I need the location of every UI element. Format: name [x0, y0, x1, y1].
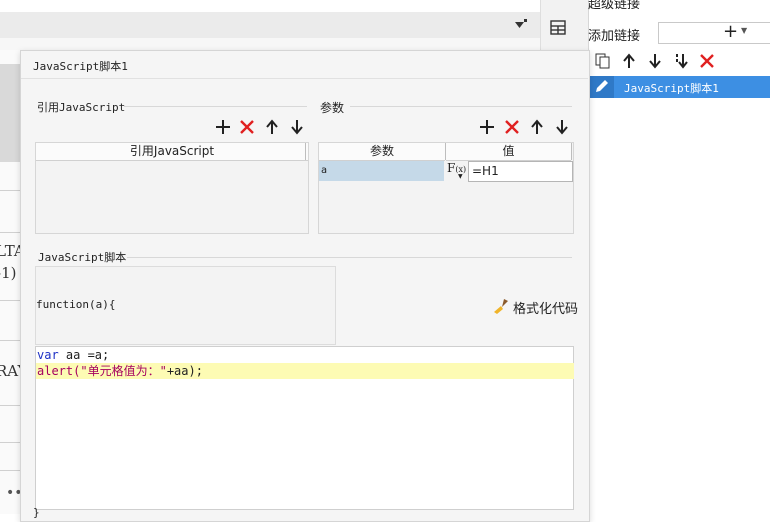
code-text: +aa);: [166, 364, 203, 378]
param-value-input[interactable]: =H1: [468, 161, 573, 182]
column-separator: [305, 143, 306, 160]
chevron-down-icon: ▼: [741, 26, 748, 35]
format-code-label[interactable]: 格式化代码: [513, 298, 578, 317]
add-icon[interactable]: [214, 118, 232, 136]
params-toolbar: [478, 118, 570, 136]
code-string: ("单元格值为：": [73, 364, 167, 378]
delete-icon[interactable]: [698, 52, 716, 70]
params-table[interactable]: 参数 值: [318, 142, 574, 234]
link-list-item[interactable]: JavaScript脚本1: [590, 76, 770, 98]
code-editor[interactable]: var aa =a; alert("单元格值为："+aa);: [35, 346, 574, 510]
panel-title: 超级链接: [588, 0, 641, 12]
row-divider: [0, 300, 20, 301]
chevron-down-icon: ▼: [458, 173, 463, 180]
code-line-current[interactable]: alert("单元格值为："+aa);: [36, 363, 574, 379]
app-toolbar-gap: [0, 38, 540, 50]
divider: [21, 78, 588, 79]
code-text: aa =a;: [58, 348, 110, 362]
column-header[interactable]: 值: [446, 143, 571, 161]
delete-icon[interactable]: [503, 118, 521, 136]
link-list-toolbar: [588, 50, 770, 74]
ref-js-section-title: 引用JavaScript: [37, 101, 126, 114]
row-divider: [0, 470, 20, 471]
column-separator: [571, 143, 572, 160]
ref-js-toolbar: [214, 118, 304, 136]
format-menu-icon[interactable]: [510, 14, 530, 36]
column-header[interactable]: 引用JavaScript: [36, 143, 308, 161]
format-code-button[interactable]: [492, 298, 510, 318]
row-divider: [0, 405, 20, 406]
function-signature: function(a){: [36, 298, 116, 311]
plus-icon: +: [723, 21, 739, 42]
delete-icon[interactable]: [238, 118, 256, 136]
spreadsheet-header-area: [0, 64, 20, 162]
row-divider: [0, 190, 20, 191]
code-line[interactable]: var aa =a;: [36, 347, 574, 363]
arrow-down-icon[interactable]: [646, 52, 664, 70]
app-toolbar: [0, 12, 540, 38]
param-name-cell[interactable]: [319, 161, 444, 181]
grid-layout-icon[interactable]: [549, 18, 569, 38]
move-bottom-icon[interactable]: [672, 52, 690, 70]
divider: [124, 106, 307, 107]
divider: [127, 257, 572, 258]
column-header[interactable]: 参数: [319, 143, 445, 161]
ref-js-table[interactable]: 引用JavaScript: [35, 142, 309, 234]
param-value: =H1: [472, 164, 499, 178]
row-divider: [0, 442, 20, 443]
arrow-down-icon[interactable]: [553, 118, 571, 136]
row-divider: [0, 340, 20, 341]
closing-brace: }: [33, 506, 40, 519]
divider: [350, 106, 572, 107]
code-function: alert: [37, 364, 74, 378]
formula-fx-icon: F(x): [447, 161, 467, 175]
script-section-title: JavaScript脚本: [38, 251, 127, 264]
arrow-down-icon[interactable]: [288, 118, 306, 136]
cell-text: -1): [0, 264, 17, 282]
broom-icon: [494, 299, 508, 314]
edit-pencil-icon[interactable]: [590, 76, 614, 98]
row-divider: [0, 232, 20, 233]
code-keyword: var: [37, 348, 59, 362]
param-name: a: [321, 165, 328, 176]
add-link-dropdown[interactable]: + ▼: [658, 21, 770, 44]
add-link-label: 添加链接: [588, 29, 641, 44]
link-item-label: JavaScript脚本1: [624, 82, 719, 95]
arrow-up-icon[interactable]: [528, 118, 546, 136]
add-icon[interactable]: [478, 118, 496, 136]
params-section-title: 参数: [320, 101, 345, 115]
dialog-title: JavaScript脚本1: [33, 60, 128, 73]
copy-icon[interactable]: [594, 52, 612, 70]
arrow-up-icon[interactable]: [263, 118, 281, 136]
arrow-up-icon[interactable]: [620, 52, 638, 70]
formula-button[interactable]: F(x) ▼: [445, 161, 467, 181]
